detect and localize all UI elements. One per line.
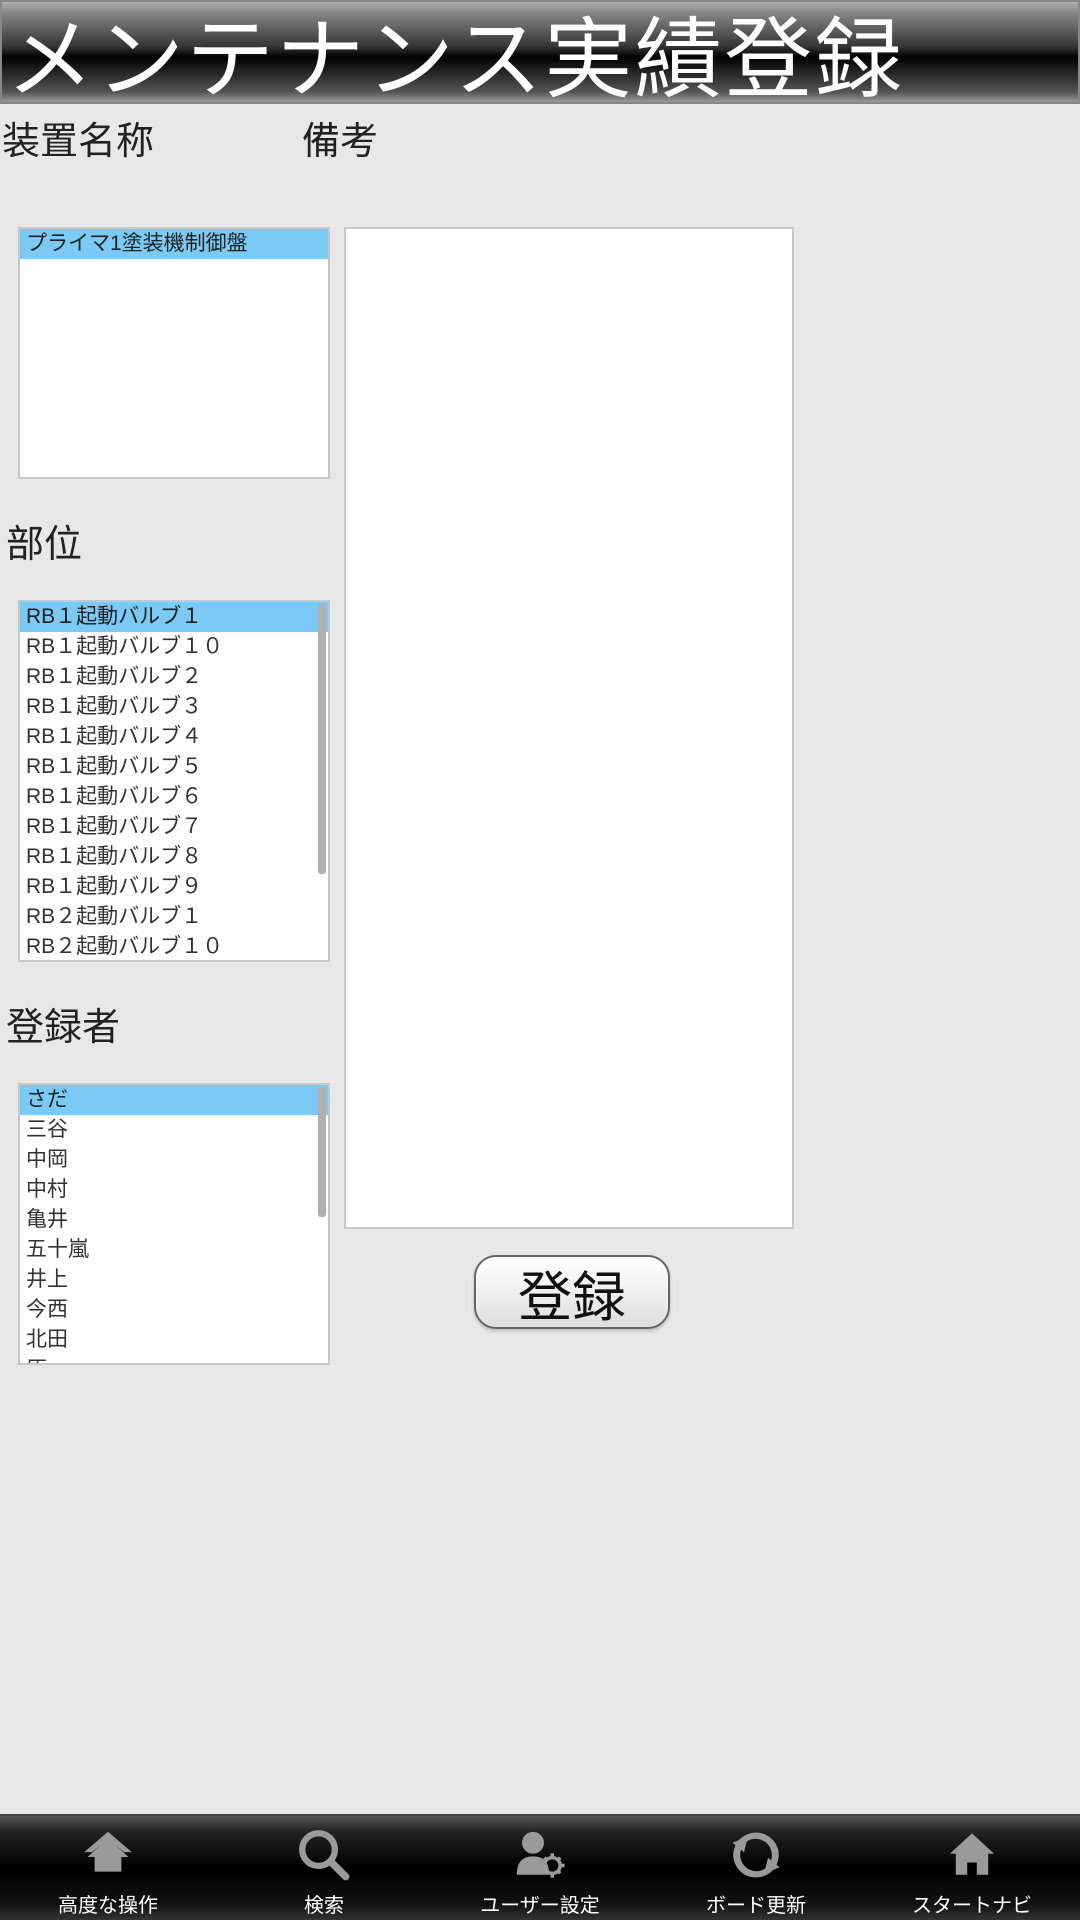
nav-label: スタートナビ — [912, 1889, 1032, 1918]
part-label: 部位 — [4, 507, 344, 576]
notes-input[interactable] — [344, 227, 794, 1229]
list-item[interactable]: 三谷 — [20, 1115, 328, 1145]
list-item[interactable]: RB１起動バルブ３ — [20, 692, 328, 722]
scrollbar[interactable] — [318, 604, 326, 874]
list-item[interactable]: RB１起動バルブ６ — [20, 782, 328, 812]
list-item[interactable]: プライマ1塗装機制御盤 — [20, 229, 328, 259]
search-icon — [292, 1823, 356, 1887]
list-item[interactable]: RB１起動バルブ２ — [20, 662, 328, 692]
list-item[interactable]: RB１起動バルブ５ — [20, 752, 328, 782]
list-item[interactable]: RB１起動バルブ８ — [20, 842, 328, 872]
list-item[interactable]: RB１起動バルブ４ — [20, 722, 328, 752]
page-title: メンテナンス実績登録 — [6, 0, 904, 116]
nav-advanced-ops[interactable]: 高度な操作 — [8, 1823, 208, 1918]
home-icon — [940, 1823, 1004, 1887]
nav-search[interactable]: 検索 — [224, 1823, 424, 1918]
list-item[interactable]: 井上 — [20, 1265, 328, 1295]
nav-label: 検索 — [304, 1889, 344, 1918]
scrollbar[interactable] — [318, 1087, 326, 1217]
list-item[interactable]: RB１起動バルブ９ — [20, 872, 328, 902]
list-item[interactable]: RB１起動バルブ７ — [20, 812, 328, 842]
equipment-list[interactable]: プライマ1塗装機制御盤 — [18, 227, 330, 479]
list-item[interactable]: 中村 — [20, 1175, 328, 1205]
list-item[interactable]: さだ — [20, 1085, 328, 1115]
list-item[interactable]: 亀井 — [20, 1205, 328, 1235]
nav-label: ボード更新 — [706, 1889, 806, 1918]
user-gear-icon — [508, 1823, 572, 1887]
title-bar: メンテナンス実績登録 — [0, 0, 1080, 104]
list-item[interactable]: RB１起動バルブ１０ — [20, 632, 328, 662]
up-chevron-icon — [76, 1823, 140, 1887]
list-item[interactable]: 原 — [20, 1355, 328, 1365]
list-item[interactable]: RB２起動バルブ１０ — [20, 932, 328, 962]
list-item[interactable]: RB１起動バルブ１ — [20, 602, 328, 632]
list-item[interactable]: RB２起動バルブ１ — [20, 902, 328, 932]
nav-board-refresh[interactable]: ボード更新 — [656, 1823, 856, 1918]
refresh-icon — [724, 1823, 788, 1887]
register-button[interactable]: 登録 — [474, 1255, 670, 1329]
list-item[interactable]: 今西 — [20, 1295, 328, 1325]
part-list[interactable]: RB１起動バルブ１RB１起動バルブ１０RB１起動バルブ２RB１起動バルブ３RB１… — [18, 600, 330, 962]
nav-label: 高度な操作 — [58, 1889, 158, 1918]
registrant-label: 登録者 — [4, 990, 344, 1059]
registrant-list[interactable]: さだ三谷中岡中村亀井五十嵐井上今西北田原古賀 — [18, 1083, 330, 1365]
nav-user-settings[interactable]: ユーザー設定 — [440, 1823, 640, 1918]
nav-label: ユーザー設定 — [480, 1889, 600, 1918]
bottom-nav: 高度な操作 検索 ユーザー設定 ボード更新 スタートナビ — [0, 1814, 1080, 1920]
notes-label: 備考 — [300, 104, 380, 173]
equipment-label: 装置名称 — [0, 104, 300, 173]
list-item[interactable]: 中岡 — [20, 1145, 328, 1175]
nav-start-navi[interactable]: スタートナビ — [872, 1823, 1072, 1918]
list-item[interactable]: 五十嵐 — [20, 1235, 328, 1265]
list-item[interactable]: 北田 — [20, 1325, 328, 1355]
